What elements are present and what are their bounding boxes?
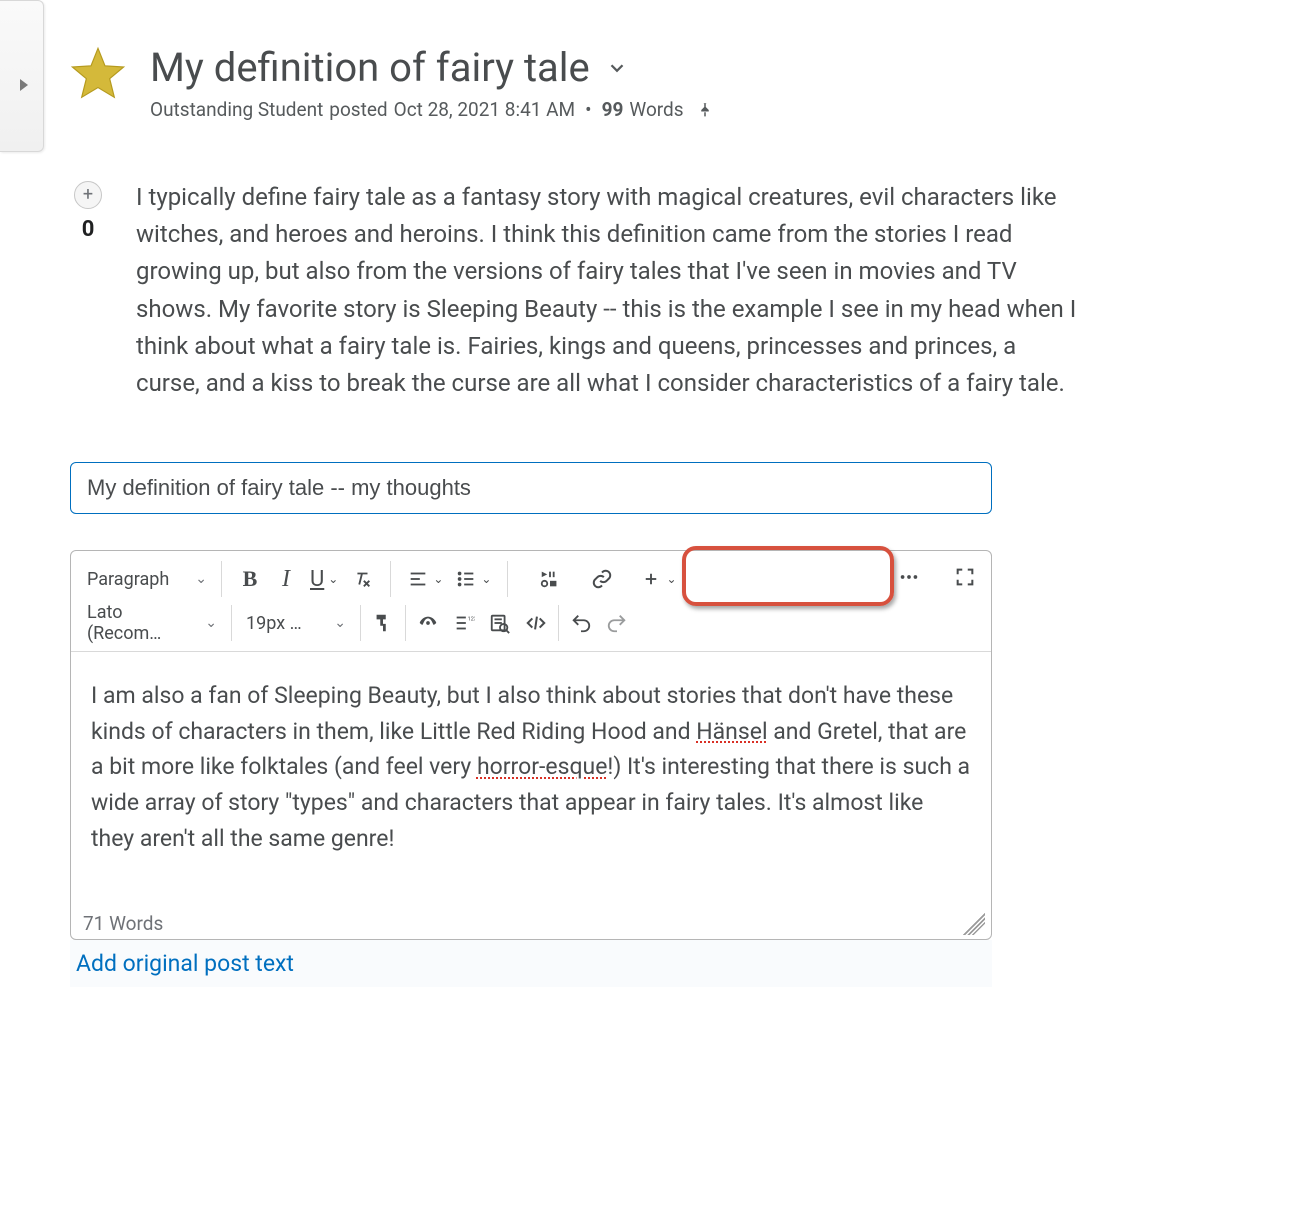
pin-icon: [696, 101, 714, 119]
post-title: My definition of fairy tale: [150, 46, 590, 90]
format-painter-button[interactable]: [365, 605, 401, 641]
font-size-select[interactable]: 19px …⌄: [236, 605, 356, 641]
upvote-button[interactable]: +: [74, 181, 102, 209]
post-body-text: I typically define fairy tale as a fanta…: [136, 179, 1262, 402]
editor-toolbar: Paragraph⌄ B I U⌄: [71, 551, 991, 652]
list-button[interactable]: ⌄: [449, 561, 497, 597]
resize-handle[interactable]: [963, 913, 985, 935]
add-original-post-link[interactable]: Add original post text: [70, 940, 992, 987]
reply-subject-input[interactable]: [70, 462, 992, 514]
italic-button[interactable]: I: [268, 561, 304, 597]
fullscreen-button[interactable]: [947, 559, 983, 595]
svg-text:123: 123: [468, 616, 475, 622]
insert-media-button[interactable]: [532, 561, 568, 597]
insert-link-button[interactable]: [584, 561, 620, 597]
source-code-button[interactable]: [518, 605, 554, 641]
block-format-select[interactable]: Paragraph⌄: [77, 561, 217, 597]
clear-formatting-button[interactable]: [344, 561, 380, 597]
author-avatar: [70, 46, 126, 102]
post-author: Outstanding Student: [150, 98, 323, 121]
bold-button[interactable]: B: [232, 561, 268, 597]
align-button[interactable]: ⌄: [401, 561, 449, 597]
more-actions-button[interactable]: [891, 559, 927, 595]
editor-word-count: 71 Words: [83, 912, 163, 935]
insert-more-button[interactable]: ⌄: [636, 561, 682, 597]
rich-text-editor: Paragraph⌄ B I U⌄: [70, 550, 992, 940]
post-header: My definition of fairy tale Outstanding …: [70, 46, 1262, 121]
underline-button[interactable]: U⌄: [304, 561, 344, 597]
post-meta: Outstanding Student posted Oct 28, 2021 …: [150, 98, 714, 121]
post-word-count: 99: [602, 98, 624, 121]
accessibility-check-button[interactable]: [410, 605, 446, 641]
undo-button[interactable]: [563, 605, 599, 641]
editor-textarea[interactable]: I am also a fan of Sleeping Beauty, but …: [71, 652, 991, 912]
post-actions-dropdown[interactable]: [606, 57, 628, 79]
post-timestamp: Oct 28, 2021 8:41 AM: [394, 98, 576, 121]
font-family-select[interactable]: Lato (Recom…⌄: [77, 605, 227, 641]
preview-button[interactable]: [482, 605, 518, 641]
line-height-button[interactable]: 123: [446, 605, 482, 641]
redo-button[interactable]: [599, 605, 635, 641]
vote-count: 0: [82, 217, 95, 242]
